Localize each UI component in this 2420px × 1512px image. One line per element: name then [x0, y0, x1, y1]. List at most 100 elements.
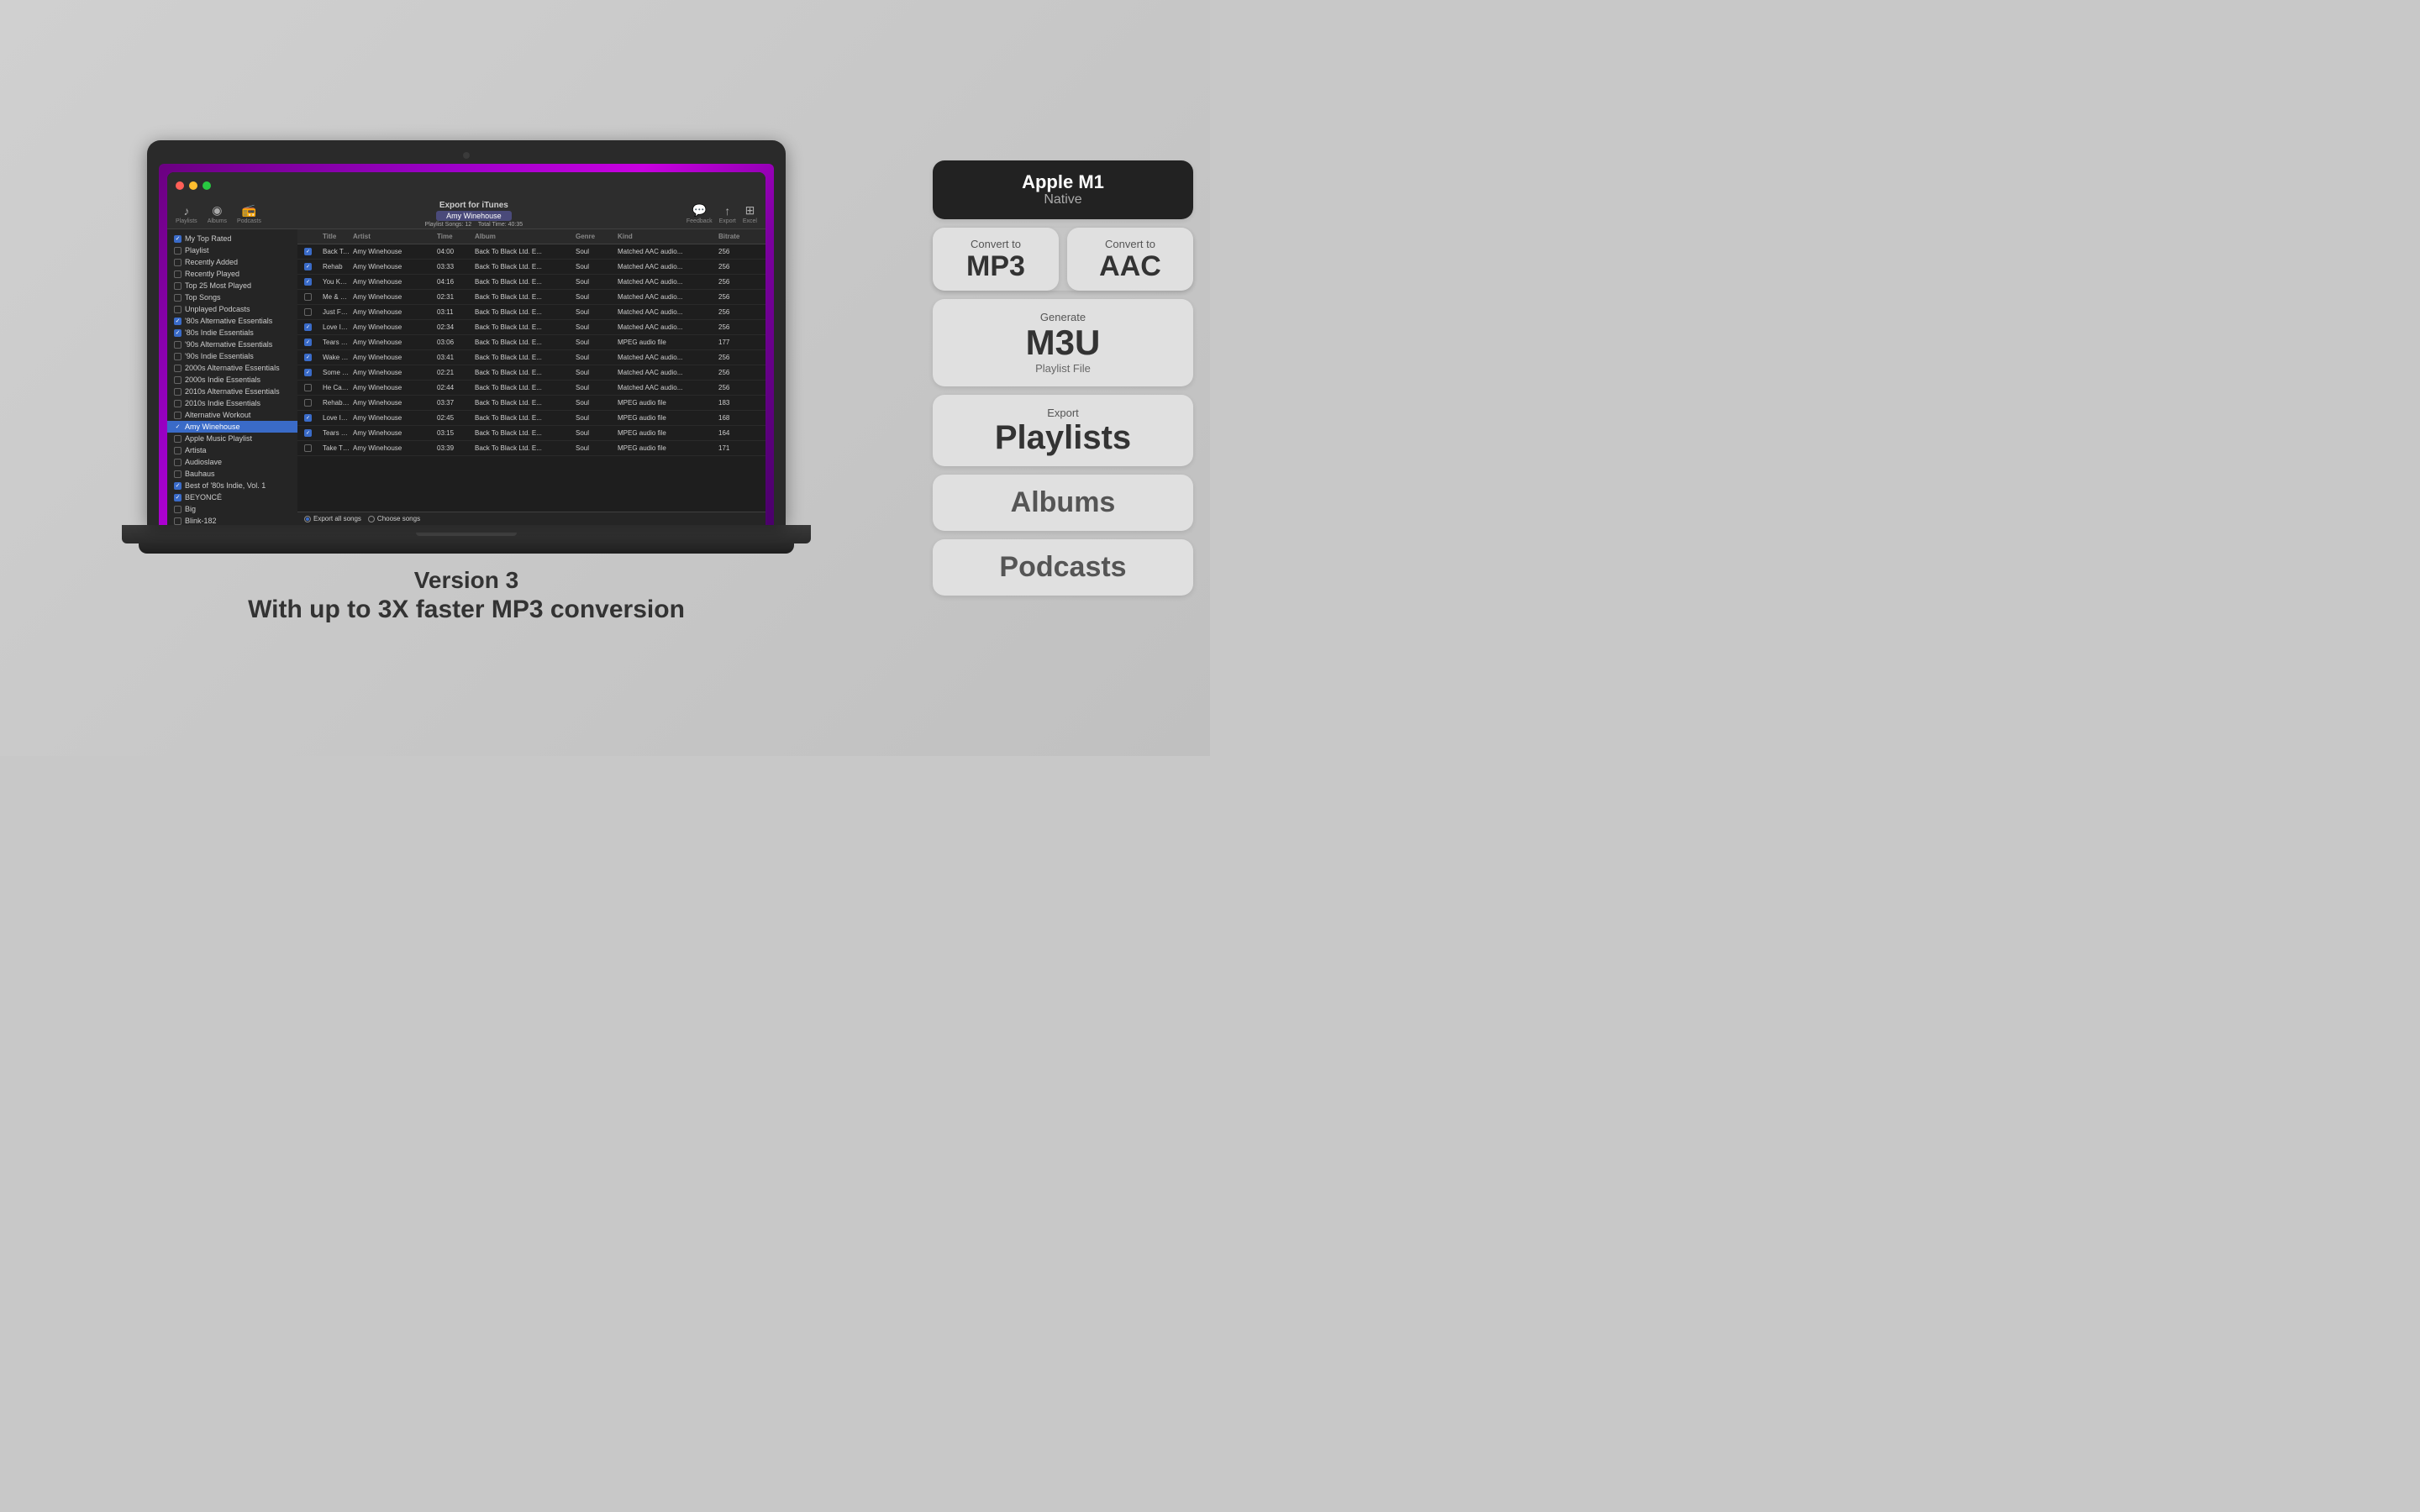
sidebar-checkbox-90s-indie[interactable]: [174, 353, 182, 360]
minimize-button[interactable]: [189, 181, 197, 190]
podcasts-card[interactable]: Podcasts: [933, 539, 1193, 596]
table-row[interactable]: Me & Mr. Jones Amy Winehouse 02:31 Back …: [297, 290, 765, 305]
sidebar-checkbox-80s-indie[interactable]: ✓: [174, 329, 182, 337]
row-checkbox-12[interactable]: ✓: [304, 414, 312, 422]
sidebar-item-90s-indie[interactable]: '90s Indie Essentials: [167, 350, 297, 362]
row-checkbox-8[interactable]: ✓: [304, 354, 312, 361]
close-button[interactable]: [176, 181, 184, 190]
sidebar-item-recently-played[interactable]: Recently Played: [167, 268, 297, 280]
sidebar-item-best-80s[interactable]: ✓ Best of '80s Indie, Vol. 1: [167, 480, 297, 491]
table-row[interactable]: ✓ You Know I'm No Good Amy Winehouse 04:…: [297, 275, 765, 290]
sidebar-checkbox-2010s-alt[interactable]: [174, 388, 182, 396]
choose-songs-radio-dot[interactable]: [368, 516, 375, 522]
sidebar-item-amy-winehouse[interactable]: ✓ Amy Winehouse: [167, 421, 297, 433]
albums-card[interactable]: Albums: [933, 475, 1193, 531]
sidebar-item-2000s-alt[interactable]: 2000s Alternative Essentials: [167, 362, 297, 374]
sidebar-item-top-songs[interactable]: Top Songs: [167, 291, 297, 303]
choose-songs-radio[interactable]: Choose songs: [368, 515, 420, 522]
sidebar-item-my-top-rated[interactable]: ✓ My Top Rated: [167, 233, 297, 244]
sidebar-checkbox-recently-added[interactable]: [174, 259, 182, 266]
table-row[interactable]: ✓ Rehab Amy Winehouse 03:33 Back To Blac…: [297, 260, 765, 275]
maximize-button[interactable]: [203, 181, 211, 190]
m3u-card[interactable]: Generate M3U Playlist File: [933, 299, 1193, 386]
sidebar-checkbox-90s-alt[interactable]: [174, 341, 182, 349]
podcasts-toolbar-icon[interactable]: 📻 Podcasts: [237, 203, 261, 224]
sidebar-item-audioslave[interactable]: Audioslave: [167, 456, 297, 468]
sidebar-item-blink182[interactable]: Blink-182: [167, 515, 297, 525]
sidebar-item-2010s-alt[interactable]: 2010s Alternative Essentials: [167, 386, 297, 397]
sidebar-checkbox-top-songs[interactable]: [174, 294, 182, 302]
export-all-radio-dot[interactable]: [304, 516, 311, 522]
sidebar-item-beyonce[interactable]: ✓ BEYONCÉ: [167, 491, 297, 503]
row-checkbox-4[interactable]: [304, 293, 312, 301]
sidebar-checkbox-top25[interactable]: [174, 282, 182, 290]
apple-m1-card[interactable]: Apple M1 Native: [933, 160, 1193, 219]
sidebar-item-alt-workout[interactable]: Alternative Workout: [167, 409, 297, 421]
albums-toolbar-icon[interactable]: ◉ Albums: [208, 203, 227, 224]
export-playlists-card[interactable]: Export Playlists: [933, 395, 1193, 466]
row-checkbox-1[interactable]: ✓: [304, 248, 312, 255]
sidebar-checkbox-apple-music[interactable]: [174, 435, 182, 443]
sidebar-item-90s-alt[interactable]: '90s Alternative Essentials: [167, 339, 297, 350]
convert-mp3-card[interactable]: Convert to MP3: [933, 228, 1059, 291]
table-row[interactable]: Just Friends Amy Winehouse 03:11 Back To…: [297, 305, 765, 320]
sidebar-item-2000s-indie[interactable]: 2000s Indie Essentials: [167, 374, 297, 386]
row-checkbox-9[interactable]: ✓: [304, 369, 312, 376]
row-checkbox-11[interactable]: [304, 399, 312, 407]
sidebar-checkbox-2000s-alt[interactable]: [174, 365, 182, 372]
row-checkbox-7[interactable]: ✓: [304, 339, 312, 346]
sidebar-checkbox-audioslave[interactable]: [174, 459, 182, 466]
export-all-radio[interactable]: Export all songs: [304, 515, 361, 522]
cell-time-14: 03:39: [435, 443, 473, 454]
row-checkbox-3[interactable]: ✓: [304, 278, 312, 286]
table-row[interactable]: Rehab (Live at Kalkscheune, B... Amy Win…: [297, 396, 765, 411]
sidebar-item-artista[interactable]: Artista: [167, 444, 297, 456]
row-checkbox-10[interactable]: [304, 384, 312, 391]
table-row[interactable]: ✓ Some Unholy War Amy Winehouse 02:21 Ba…: [297, 365, 765, 381]
sidebar-item-top25[interactable]: Top 25 Most Played: [167, 280, 297, 291]
sidebar-checkbox-2000s-indie[interactable]: [174, 376, 182, 384]
row-checkbox-2[interactable]: ✓: [304, 263, 312, 270]
table-row[interactable]: ✓ Back To Black Amy Winehouse 04:00 Back…: [297, 244, 765, 260]
table-row[interactable]: He Can Only Hold Her Amy Winehouse 02:44…: [297, 381, 765, 396]
sidebar-item-big[interactable]: Big: [167, 503, 297, 515]
table-row[interactable]: ✓ Tears Dry On Their Own Amy Winehouse 0…: [297, 335, 765, 350]
sidebar-item-playlist[interactable]: Playlist: [167, 244, 297, 256]
sidebar-checkbox-amy[interactable]: ✓: [174, 423, 182, 431]
sidebar-item-bauhaus[interactable]: Bauhaus: [167, 468, 297, 480]
sidebar-checkbox-my-top-rated[interactable]: ✓: [174, 235, 182, 243]
row-checkbox-13[interactable]: ✓: [304, 429, 312, 437]
cell-genre-11: Soul: [574, 397, 616, 408]
sidebar-checkbox-artista[interactable]: [174, 447, 182, 454]
sidebar-item-2010s-indie[interactable]: 2010s Indie Essentials: [167, 397, 297, 409]
excel-button[interactable]: ⊞ Excel: [743, 203, 757, 224]
sidebar-checkbox-recently-played[interactable]: [174, 270, 182, 278]
table-row[interactable]: ✓ Love Is A Losing Game (Live a... Amy W…: [297, 411, 765, 426]
sidebar-item-80s-alt[interactable]: ✓ '80s Alternative Essentials: [167, 315, 297, 327]
feedback-button[interactable]: 💬 Feedback: [687, 203, 713, 224]
table-row[interactable]: Take The Box (Live at Kalksch... Amy Win…: [297, 441, 765, 456]
export-button[interactable]: ↑ Export: [719, 204, 736, 224]
sidebar-item-recently-added[interactable]: Recently Added: [167, 256, 297, 268]
sidebar-checkbox-beyonce[interactable]: ✓: [174, 494, 182, 501]
row-checkbox-14[interactable]: [304, 444, 312, 452]
table-row[interactable]: ✓ Wake Up Alone Amy Winehouse 03:41 Back…: [297, 350, 765, 365]
table-row[interactable]: ✓ Love Is A Losing Game Amy Winehouse 02…: [297, 320, 765, 335]
sidebar-checkbox-bauhaus[interactable]: [174, 470, 182, 478]
sidebar-item-apple-music[interactable]: Apple Music Playlist: [167, 433, 297, 444]
row-checkbox-5[interactable]: [304, 308, 312, 316]
sidebar-item-unplayed-podcasts[interactable]: Unplayed Podcasts: [167, 303, 297, 315]
sidebar-item-80s-indie[interactable]: ✓ '80s Indie Essentials: [167, 327, 297, 339]
sidebar-checkbox-playlist[interactable]: [174, 247, 182, 255]
table-row[interactable]: ✓ Tears Dry On Their Own (Live... Amy Wi…: [297, 426, 765, 441]
sidebar-checkbox-unplayed[interactable]: [174, 306, 182, 313]
row-checkbox-6[interactable]: ✓: [304, 323, 312, 331]
sidebar-checkbox-alt-workout[interactable]: [174, 412, 182, 419]
convert-aac-card[interactable]: Convert to AAC: [1067, 228, 1193, 291]
sidebar-checkbox-big[interactable]: [174, 506, 182, 513]
sidebar-checkbox-blink182[interactable]: [174, 517, 182, 525]
sidebar-checkbox-best-80s[interactable]: ✓: [174, 482, 182, 490]
sidebar-checkbox-2010s-indie[interactable]: [174, 400, 182, 407]
playlists-toolbar-icon[interactable]: ♪ Playlists: [176, 204, 197, 224]
sidebar-checkbox-80s-alt[interactable]: ✓: [174, 318, 182, 325]
